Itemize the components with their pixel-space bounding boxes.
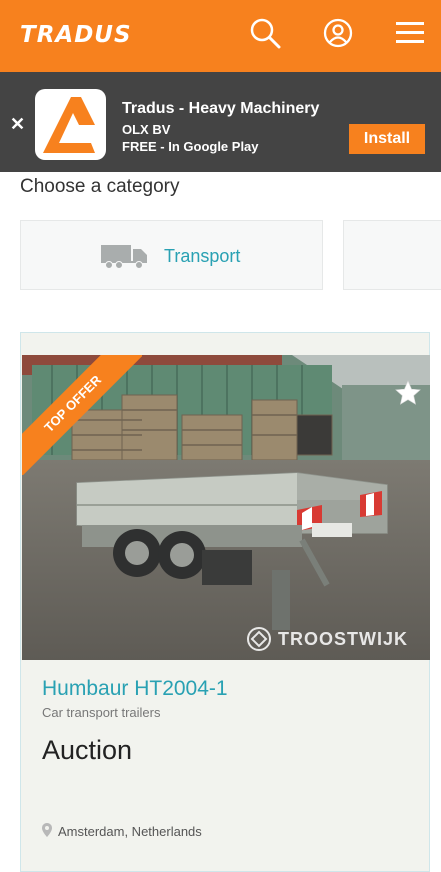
watermark-text: TROOSTWIJK <box>278 628 408 649</box>
category-card-transport[interactable]: Transport <box>20 220 323 290</box>
category-card-next[interactable] <box>343 220 441 290</box>
location-pin-icon <box>42 823 52 840</box>
location-text: Amsterdam, Netherlands <box>58 824 202 839</box>
listing-card[interactable]: TOP OFFER TROOSTWIJK Humbaur HT2004-1 Ca… <box>20 332 430 872</box>
ribbon-label: TOP OFFER <box>22 355 142 475</box>
banner-text: Tradus - Heavy Machinery OLX BV FREE - I… <box>122 100 319 155</box>
banner-close-button[interactable]: ✕ <box>10 114 25 135</box>
listing-title[interactable]: Humbaur HT2004-1 <box>42 677 228 701</box>
banner-publisher: OLX BV <box>122 122 171 137</box>
listing-photo[interactable]: TOP OFFER TROOSTWIJK <box>22 355 430 660</box>
top-offer-ribbon: TOP OFFER <box>22 355 142 475</box>
truck-icon <box>101 243 149 274</box>
app-icon <box>35 89 106 160</box>
menu-icon[interactable] <box>393 14 427 52</box>
listing-price: Auction <box>42 735 133 765</box>
search-icon[interactable] <box>248 14 282 52</box>
favorite-star-icon[interactable] <box>390 375 426 411</box>
category-heading: Choose a category <box>20 176 180 197</box>
banner-app-title: Tradus - Heavy Machinery <box>122 100 320 117</box>
category-label: Transport <box>164 246 241 266</box>
app-install-banner: ✕ Tradus - Heavy Machinery OLX BV FREE -… <box>0 72 441 172</box>
listing-location: Amsterdam, Netherlands <box>42 823 202 840</box>
install-button[interactable]: Install <box>349 124 425 154</box>
listing-category: Car transport trailers <box>42 705 161 720</box>
photo-watermark: TROOSTWIJK <box>246 626 408 652</box>
user-icon[interactable] <box>321 14 355 52</box>
banner-price-store: FREE - In Google Play <box>122 139 259 154</box>
tradus-logo[interactable]: TRADUS <box>20 22 132 48</box>
top-header: TRADUS <box>0 0 441 72</box>
